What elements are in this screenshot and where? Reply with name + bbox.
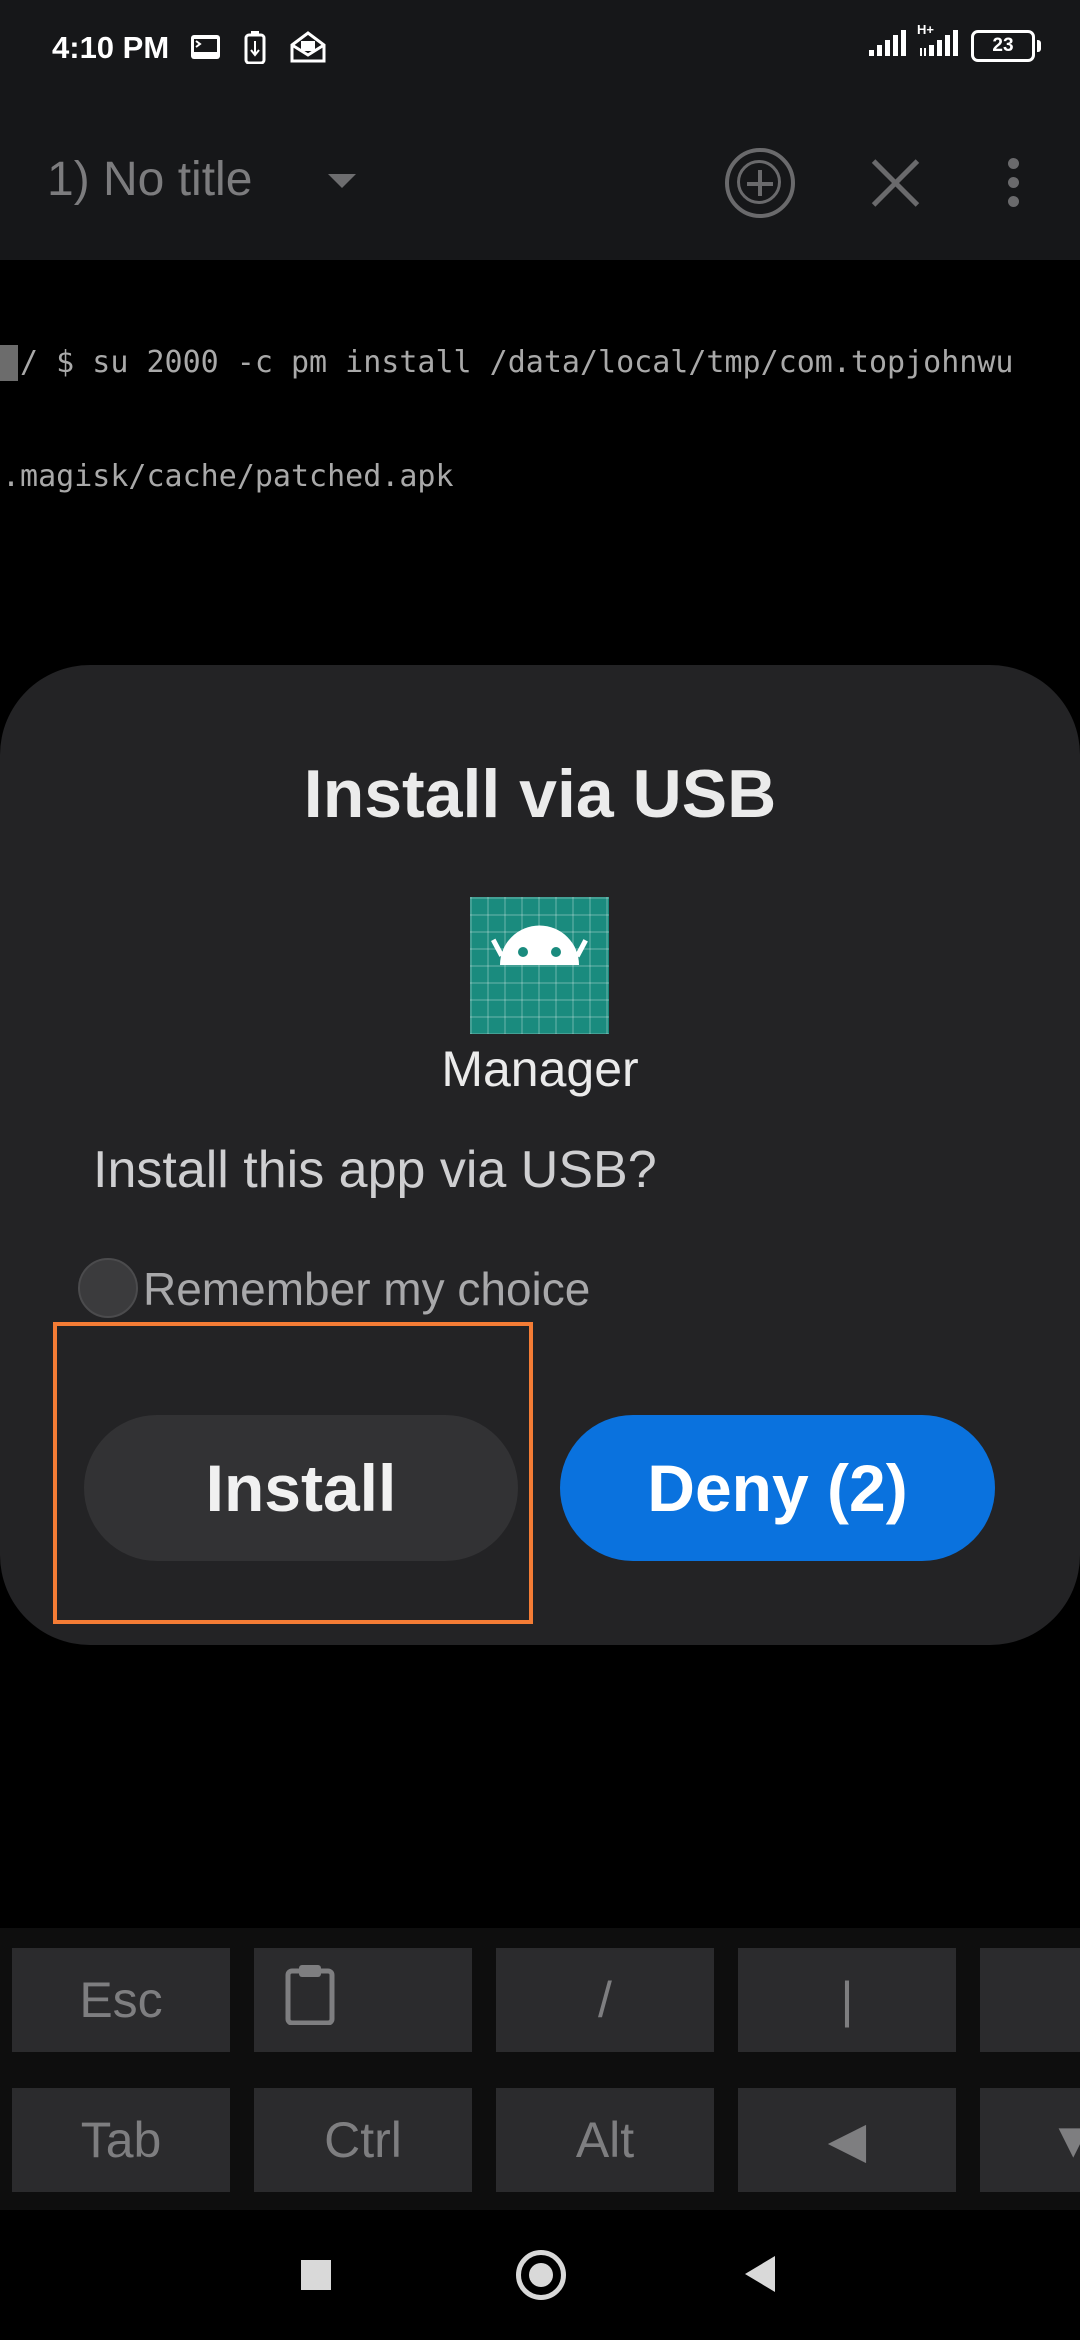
alt-key[interactable]: Alt <box>496 2088 714 2192</box>
status-right: H+ 23 <box>867 22 1041 63</box>
network-type: H+ <box>917 22 961 63</box>
cellular-signal-icon <box>867 28 909 63</box>
terminal-output[interactable]: :/ $ su 2000 -c pm install /data/local/t… <box>2 268 1078 572</box>
terminal-notification-icon <box>190 33 221 66</box>
home-icon[interactable] <box>516 2250 566 2300</box>
deny-button[interactable]: Deny (2) <box>560 1415 995 1561</box>
esc-key-label: Esc <box>79 1972 163 2028</box>
tab-key[interactable]: Tab <box>12 2088 230 2192</box>
highlight-box <box>53 1322 533 1624</box>
status-bar: 4:10 PM H+ 23 <box>0 0 1080 100</box>
tab-key-label: Tab <box>80 2112 162 2168</box>
battery-icon: 23 <box>971 29 1041 62</box>
deny-button-label: Deny (2) <box>647 1451 908 1525</box>
slash-key-label: / <box>598 1972 612 2028</box>
session-title[interactable]: 1) No title <box>47 152 252 207</box>
close-icon[interactable] <box>868 155 924 211</box>
add-session-icon[interactable] <box>725 148 795 218</box>
remember-choice-radio[interactable] <box>78 1258 138 1318</box>
slash-key[interactable]: / <box>496 1948 714 2052</box>
remember-choice-label[interactable]: Remember my choice <box>143 1262 590 1316</box>
clipboard-icon <box>284 1963 336 2037</box>
terminal-line: :/ $ su 2000 -c pm install /data/local/t… <box>2 345 1014 380</box>
app-name: Manager <box>441 1041 639 1097</box>
screen: 4:10 PM H+ 23 1) No title:/ $ su 2000 -… <box>0 0 1080 2340</box>
network-type-label: H+ <box>917 22 934 37</box>
pipe-key-label: | <box>840 1972 854 2028</box>
recents-icon[interactable] <box>301 2260 331 2290</box>
paste-key[interactable] <box>254 1948 472 2052</box>
up-key[interactable]: / <box>980 1948 1080 2052</box>
alt-key-label: Alt <box>575 2112 635 2168</box>
status-time: 4:10 PM <box>52 30 170 65</box>
left-arrow-key[interactable]: ◀ <box>738 2088 956 2192</box>
pipe-key[interactable]: | <box>738 1948 956 2052</box>
back-icon[interactable] <box>745 2256 775 2292</box>
battery-level: 23 <box>992 34 1014 56</box>
mail-notification-icon <box>289 31 327 68</box>
overflow-menu-icon[interactable] <box>1008 158 1022 208</box>
dialog-message: Install this app via USB? <box>93 1141 657 1199</box>
extra-keys-bar: Esc / | / Tab Ctrl Alt ◀ ▼ <box>0 1928 1080 2210</box>
android-app-icon <box>470 897 609 1034</box>
notification-icons <box>190 30 327 69</box>
esc-key[interactable]: Esc <box>12 1948 230 2052</box>
terminal-cursor <box>0 345 18 381</box>
dialog-title: Install via USB <box>303 756 777 832</box>
down-arrow-key[interactable]: ▼ <box>980 2088 1080 2192</box>
left-arrow-key-label: ◀ <box>827 2112 867 2168</box>
down-arrow-key-label: ▼ <box>1048 2112 1080 2168</box>
usb-debugging-icon <box>243 30 267 69</box>
terminal-line: .magisk/cache/patched.apk <box>2 459 454 494</box>
ctrl-key[interactable]: Ctrl <box>254 2088 472 2192</box>
ctrl-key-label: Ctrl <box>324 2112 402 2168</box>
dropdown-caret-icon[interactable] <box>328 174 356 188</box>
